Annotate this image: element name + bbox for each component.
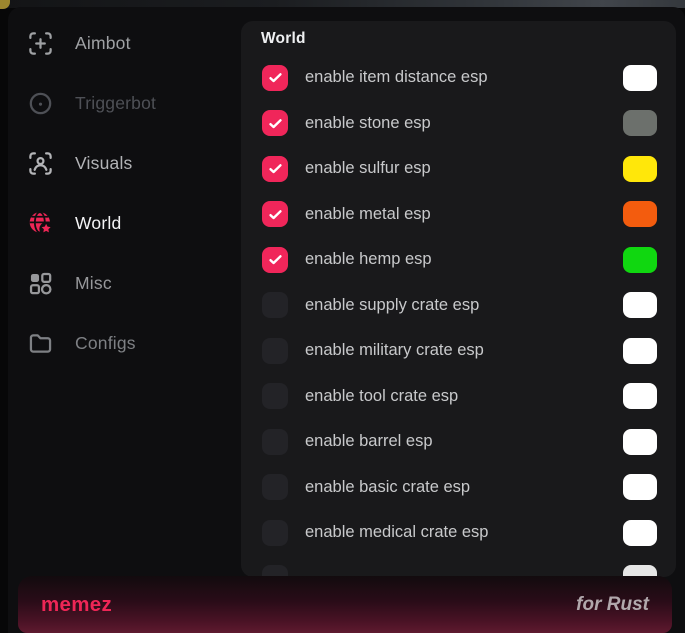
checkbox[interactable]	[262, 338, 288, 364]
sidebar-item-world[interactable]: World	[8, 193, 233, 253]
sidebar-item-label: Visuals	[75, 153, 133, 174]
check-icon	[267, 251, 284, 268]
checkbox[interactable]	[262, 292, 288, 318]
sidebar-item-label: Misc	[75, 273, 112, 294]
check-icon	[267, 115, 284, 132]
table-row: enable military crate esp	[241, 328, 676, 374]
sidebar-item-label: World	[75, 213, 121, 234]
checkbox[interactable]	[262, 247, 288, 273]
table-row-partial	[241, 556, 676, 578]
table-row: enable barrel esp	[241, 419, 676, 465]
table-row: enable item distance esp	[241, 55, 676, 101]
color-swatch[interactable]	[623, 383, 657, 409]
sidebar-nav: Aimbot Triggerbot Visuals World Misc Configs	[8, 13, 233, 373]
world-settings-panel: World enable item distance esp enable sto…	[241, 21, 676, 577]
sidebar-item-label: Triggerbot	[75, 93, 156, 114]
sidebar-item-label: Configs	[75, 333, 136, 354]
color-swatch[interactable]	[623, 429, 657, 455]
sidebar-item-triggerbot[interactable]: Triggerbot	[8, 73, 233, 133]
table-row: enable tool crate esp	[241, 374, 676, 420]
table-row: enable medical crate esp	[241, 510, 676, 556]
checkbox[interactable]	[262, 474, 288, 500]
setting-label: enable sulfur esp	[305, 159, 623, 178]
aimbot-scan-icon	[27, 30, 54, 57]
table-row: enable sulfur esp	[241, 146, 676, 192]
setting-label: enable barrel esp	[305, 432, 623, 451]
sidebar-item-aimbot[interactable]: Aimbot	[8, 13, 233, 73]
table-row: enable metal esp	[241, 192, 676, 238]
checkbox[interactable]	[262, 201, 288, 227]
color-swatch[interactable]	[623, 110, 657, 136]
setting-label: enable basic crate esp	[305, 478, 623, 497]
panel-title: World	[261, 30, 306, 48]
setting-label: enable metal esp	[305, 205, 623, 224]
table-row: enable basic crate esp	[241, 465, 676, 511]
world-globe-icon	[27, 210, 54, 237]
color-swatch[interactable]	[623, 65, 657, 91]
checkbox[interactable]	[262, 156, 288, 182]
sidebar-item-configs[interactable]: Configs	[8, 313, 233, 373]
settings-list: enable item distance esp enable stone esp…	[241, 55, 676, 577]
check-icon	[267, 69, 284, 86]
color-swatch[interactable]	[623, 201, 657, 227]
triggerbot-circle-icon	[27, 90, 54, 117]
setting-label: enable stone esp	[305, 114, 623, 133]
checkbox[interactable]	[262, 429, 288, 455]
sidebar-item-label: Aimbot	[75, 33, 131, 54]
screen: AimbotTriggerbotVisualsWorldMiscConfigs …	[0, 0, 685, 633]
visuals-user-scan-icon	[27, 150, 54, 177]
cheat-menu-window: AimbotTriggerbotVisualsWorldMiscConfigs …	[8, 7, 685, 633]
color-swatch[interactable]	[623, 338, 657, 364]
check-icon	[267, 160, 284, 177]
color-swatch[interactable]	[623, 520, 657, 546]
setting-label: enable hemp esp	[305, 250, 623, 269]
setting-label: enable medical crate esp	[305, 523, 623, 542]
checkbox[interactable]	[262, 110, 288, 136]
setting-label: enable military crate esp	[305, 341, 623, 360]
footer-bar: memez for Rust	[18, 576, 672, 633]
color-swatch[interactable]	[623, 474, 657, 500]
configs-folder-icon	[27, 330, 54, 357]
table-row: enable supply crate esp	[241, 283, 676, 329]
sidebar-item-misc[interactable]: Misc	[8, 253, 233, 313]
misc-grid-icon	[27, 270, 54, 297]
setting-label: enable tool crate esp	[305, 387, 623, 406]
checkbox[interactable]	[262, 383, 288, 409]
table-row: enable stone esp	[241, 101, 676, 147]
brand-label: memez	[41, 593, 112, 617]
sidebar-item-visuals[interactable]: Visuals	[8, 133, 233, 193]
table-row: enable hemp esp	[241, 237, 676, 283]
setting-label: enable supply crate esp	[305, 296, 623, 315]
setting-label: enable item distance esp	[305, 68, 623, 87]
tagline-label: for Rust	[576, 594, 649, 616]
checkbox[interactable]	[262, 520, 288, 546]
color-swatch[interactable]	[623, 247, 657, 273]
check-icon	[267, 206, 284, 223]
color-swatch[interactable]	[623, 292, 657, 318]
color-swatch[interactable]	[623, 156, 657, 182]
checkbox[interactable]	[262, 65, 288, 91]
